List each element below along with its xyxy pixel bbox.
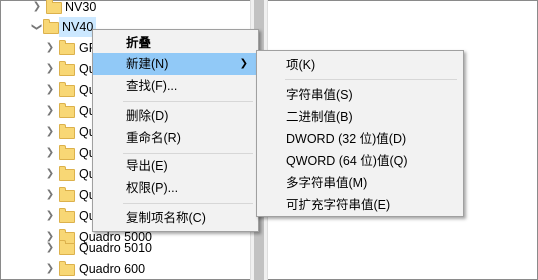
- submenu-arrow-icon: ❯: [239, 58, 248, 69]
- folder-icon: [46, 0, 62, 14]
- folder-icon: [59, 82, 75, 97]
- chevron-right-icon[interactable]: ❯: [44, 259, 56, 279]
- tree-item-label: Quadro 5010: [79, 241, 152, 255]
- new-submenu: 项(K) 字符串值(S) 二进制值(B) DWORD (32 位)值(D) QW…: [256, 50, 464, 217]
- menu-item-label: QWORD (64 位)值(Q): [286, 154, 408, 168]
- menu-item-label: 重命名(R): [126, 131, 181, 145]
- chevron-right-icon[interactable]: ❯: [44, 164, 56, 184]
- menu-item-collapse[interactable]: 折叠: [93, 32, 258, 54]
- menu-item-copy-key-name[interactable]: 复制项名称(C): [93, 207, 258, 229]
- folder-icon: [59, 145, 75, 160]
- menu-item-label: 二进制值(B): [286, 110, 353, 124]
- context-menu: 折叠 新建(N) ❯ 查找(F)... 删除(D) 重命名(R) 导出(E) 权…: [92, 29, 259, 232]
- submenu-item-qword-value[interactable]: QWORD (64 位)值(Q): [257, 150, 463, 172]
- menu-item-find[interactable]: 查找(F)...: [93, 75, 258, 97]
- chevron-right-icon[interactable]: ❯: [44, 143, 56, 163]
- tree-item-label: NV30: [65, 0, 97, 14]
- chevron-right-icon[interactable]: ❯: [44, 101, 56, 121]
- folder-icon: [59, 208, 75, 223]
- menu-item-label: 多字符串值(M): [286, 176, 368, 190]
- submenu-item-string-value[interactable]: 字符串值(S): [257, 84, 463, 106]
- menu-item-label: 新建(N): [126, 57, 169, 71]
- tree-item-quadro-5010[interactable]: ❯ Quadro 5010: [0, 238, 250, 258]
- folder-icon: [59, 124, 75, 139]
- folder-icon: [59, 187, 75, 202]
- chevron-right-icon[interactable]: ❯: [44, 206, 56, 226]
- chevron-right-icon[interactable]: ❯: [44, 238, 56, 258]
- folder-icon: [59, 166, 75, 181]
- chevron-right-icon[interactable]: ❯: [44, 59, 56, 79]
- menu-item-label: 折叠: [126, 36, 152, 50]
- menu-item-permissions[interactable]: 权限(P)...: [93, 177, 258, 199]
- menu-item-label: 字符串值(S): [286, 88, 353, 102]
- menu-item-new[interactable]: 新建(N) ❯: [93, 53, 258, 75]
- chevron-right-icon[interactable]: ❯: [31, 0, 43, 17]
- submenu-item-binary-value[interactable]: 二进制值(B): [257, 106, 463, 128]
- folder-open-icon: [43, 19, 59, 34]
- chevron-right-icon[interactable]: ❯: [44, 38, 56, 58]
- menu-item-label: 权限(P)...: [126, 181, 179, 195]
- chevron-right-icon[interactable]: ❯: [44, 80, 56, 100]
- submenu-item-multi-string-value[interactable]: 多字符串值(M): [257, 172, 463, 194]
- menu-item-label: 可扩充字符串值(E): [286, 198, 391, 212]
- menu-item-delete[interactable]: 删除(D): [93, 105, 258, 127]
- tree-item-label: Quadro 600: [79, 262, 146, 276]
- menu-separator: [123, 153, 253, 154]
- tree-item-quadro-600[interactable]: ❯ Quadro 600: [0, 259, 250, 279]
- submenu-item-key[interactable]: 项(K): [257, 54, 463, 76]
- folder-icon: [59, 103, 75, 118]
- menu-item-label: 项(K): [286, 58, 316, 72]
- folder-icon: [59, 240, 75, 255]
- menu-item-label: 复制项名称(C): [126, 211, 206, 225]
- folder-icon: [59, 261, 75, 276]
- submenu-item-expandable-string-value[interactable]: 可扩充字符串值(E): [257, 194, 463, 216]
- menu-item-label: 导出(E): [126, 159, 168, 173]
- folder-icon: [59, 40, 75, 55]
- menu-item-label: 查找(F)...: [126, 79, 178, 93]
- menu-item-rename[interactable]: 重命名(R): [93, 127, 258, 149]
- chevron-right-icon[interactable]: ❯: [44, 122, 56, 142]
- menu-separator: [285, 79, 457, 80]
- submenu-item-dword-value[interactable]: DWORD (32 位)值(D): [257, 128, 463, 150]
- menu-separator: [123, 203, 253, 204]
- menu-item-export[interactable]: 导出(E): [93, 155, 258, 177]
- chevron-right-icon[interactable]: ❯: [44, 185, 56, 205]
- menu-item-label: DWORD (32 位)值(D): [286, 132, 407, 146]
- tree-item-label: NV40: [59, 17, 97, 37]
- tree-item-nv30[interactable]: ❯ NV30: [0, 0, 250, 17]
- menu-item-label: 删除(D): [126, 109, 169, 123]
- folder-icon: [59, 61, 75, 76]
- menu-separator: [123, 101, 253, 102]
